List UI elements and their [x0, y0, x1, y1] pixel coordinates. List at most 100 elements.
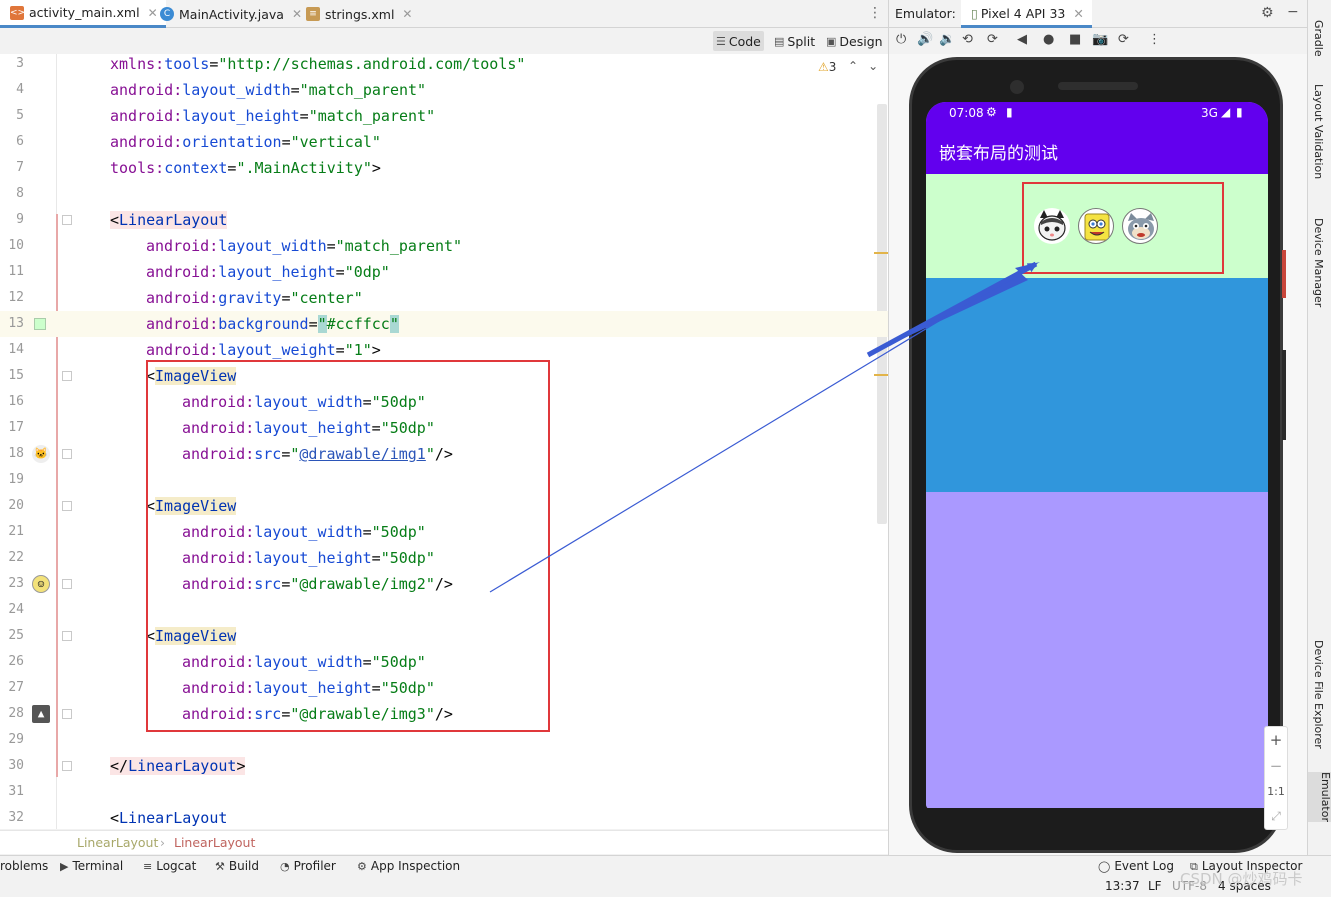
layout-validation-tool-button[interactable]: Layout Validation: [1312, 84, 1325, 179]
phone-screen[interactable]: 07:08 ⚙ ▮ 3G ◢ ▮ 嵌套布局的测试: [926, 102, 1268, 810]
gradle-tool-button[interactable]: Gradle: [1312, 20, 1325, 57]
code-mode-label: Code: [728, 33, 761, 49]
volume-down-icon[interactable]: 🔉: [939, 32, 955, 47]
breadcrumb-item[interactable]: LinearLayout: [77, 835, 158, 850]
close-icon[interactable]: ✕: [402, 7, 412, 21]
gear-icon[interactable]: ⚙: [1261, 5, 1274, 21]
code-line[interactable]: 30 </LinearLayout>: [0, 753, 889, 779]
code-line[interactable]: 5 android:layout_height="match_parent": [0, 103, 889, 129]
tool-label: roblems: [0, 859, 49, 873]
tool-window-bar: roblems ▶ Terminal ≡ Logcat ⚒ Build ◔ Profil…: [0, 855, 1331, 877]
tool-label: Event Log: [1114, 859, 1174, 873]
speaker-grille: [1058, 82, 1138, 90]
more-icon[interactable]: ⋮: [1148, 32, 1161, 47]
fold-icon[interactable]: [62, 761, 72, 771]
code-text: android:layout_height="match_parent": [110, 107, 436, 125]
view-mode-bar: ☰ Code ▤ Split ▣ Design: [0, 29, 889, 53]
java-class-icon: C: [160, 7, 174, 21]
code-line[interactable]: 11 android:layout_height="0dp": [0, 259, 889, 285]
code-line-current[interactable]: 13 android:background="#ccffcc": [0, 311, 889, 337]
code-text: <LinearLayout: [110, 809, 228, 827]
terminal-tool-button[interactable]: ▶ Terminal: [60, 859, 123, 873]
code-line[interactable]: 12 android:gravity="center": [0, 285, 889, 311]
app-title: 嵌套布局的测试: [939, 144, 1058, 164]
code-line[interactable]: 6 android:orientation="vertical": [0, 129, 889, 155]
zoom-in-button[interactable]: +: [1265, 731, 1287, 749]
cat-image-icon[interactable]: 🐱: [32, 445, 50, 463]
line-separator[interactable]: LF: [1148, 879, 1162, 893]
line-number: 11: [8, 264, 24, 279]
event-log-tool-button[interactable]: ◯ Event Log: [1098, 859, 1174, 873]
fold-icon[interactable]: [62, 709, 72, 719]
rotate-left-icon[interactable]: ⟲: [962, 32, 973, 47]
code-line[interactable]: 4 android:layout_width="match_parent": [0, 77, 889, 103]
line-number: 31: [8, 784, 24, 799]
close-icon[interactable]: ✕: [1073, 6, 1083, 21]
line-number: 16: [8, 394, 24, 409]
fold-icon[interactable]: [62, 371, 72, 381]
camera-icon[interactable]: 📷: [1092, 32, 1108, 47]
power-button[interactable]: [1282, 250, 1286, 298]
volume-up-icon[interactable]: 🔊: [917, 32, 933, 47]
emulator-tool-button[interactable]: Emulator: [1308, 772, 1331, 822]
device-manager-tool-button[interactable]: Device Manager: [1312, 218, 1325, 307]
code-line[interactable]: 10 android:layout_width="match_parent": [0, 233, 889, 259]
line-number: 17: [8, 420, 24, 435]
caret-position[interactable]: 13:37: [1105, 879, 1140, 893]
code-line[interactable]: 9 <LinearLayout: [0, 207, 889, 233]
color-swatch-icon[interactable]: [34, 318, 46, 330]
device-file-explorer-tool-button[interactable]: Device File Explorer: [1312, 640, 1325, 749]
code-line[interactable]: 32 <LinearLayout: [0, 805, 889, 829]
code-editor[interactable]: ⚠3 ⌃⌄ 3 xmlns:tools="http://schemas.andro…: [0, 54, 889, 829]
snapshot-icon[interactable]: ⟳: [1118, 32, 1129, 47]
fit-screen-icon[interactable]: ⤢: [1265, 809, 1287, 824]
power-icon[interactable]: ⏻: [896, 32, 906, 47]
problems-tool-button[interactable]: roblems: [0, 859, 48, 873]
split-mode-button[interactable]: ▤ Split: [771, 31, 818, 51]
line-number: 7: [16, 160, 24, 175]
fold-icon[interactable]: [62, 501, 72, 511]
phone-chin: [926, 808, 1268, 830]
more-tabs-icon[interactable]: ⋮: [868, 5, 882, 21]
profiler-tool-button[interactable]: ◔ Profiler: [280, 859, 336, 873]
split-mode-label: Split: [787, 33, 816, 49]
minimize-icon[interactable]: −: [1287, 4, 1299, 20]
line-number: 4: [16, 82, 24, 97]
code-text: </LinearLayout>: [110, 757, 246, 775]
tab-strings[interactable]: ≡ strings.xml ✕: [296, 0, 420, 28]
rotate-right-icon[interactable]: ⟳: [987, 32, 998, 47]
tool-label: Terminal: [72, 859, 124, 873]
tab-main-activity[interactable]: C MainActivity.java ✕: [150, 0, 310, 28]
home-icon[interactable]: ●: [1043, 32, 1054, 47]
fold-icon[interactable]: [62, 579, 72, 589]
code-line[interactable]: 7 tools:context=".MainActivity">: [0, 155, 889, 181]
design-mode-button[interactable]: ▣ Design: [823, 31, 886, 51]
sponge-image-icon[interactable]: ☺: [32, 575, 50, 593]
app-inspection-tool-button[interactable]: ⚙ App Inspection: [357, 859, 460, 873]
fold-icon[interactable]: [62, 631, 72, 641]
tab-activity-main[interactable]: <> activity_main.xml ✕: [0, 0, 166, 28]
code-line[interactable]: 8: [0, 181, 889, 207]
tab-emulator-device[interactable]: ▯ Pixel 4 API 33 ✕: [961, 0, 1092, 28]
zoom-out-button[interactable]: −: [1265, 757, 1287, 775]
code-text: xmlns:tools="http://schemas.android.com/…: [110, 55, 526, 73]
code-line[interactable]: 31: [0, 779, 889, 805]
overview-icon[interactable]: ■: [1069, 32, 1081, 47]
editor-tab-bar: <> activity_main.xml ✕ C MainActivity.ja…: [0, 0, 889, 28]
code-mode-button[interactable]: ☰ Code: [713, 31, 764, 51]
app-inspection-icon: ⚙: [357, 860, 367, 873]
code-line[interactable]: 3 xmlns:tools="http://schemas.android.com…: [0, 54, 889, 77]
line-number: 3: [16, 56, 24, 71]
breadcrumb-item[interactable]: LinearLayout: [174, 835, 255, 850]
image-icon[interactable]: ▲: [32, 705, 50, 723]
logcat-tool-button[interactable]: ≡ Logcat: [143, 859, 196, 873]
actual-size-button[interactable]: 1:1: [1265, 785, 1287, 798]
watermark: CSDN @炒鸡码卡: [1180, 870, 1303, 888]
volume-button[interactable]: [1282, 350, 1286, 440]
back-icon[interactable]: ◀: [1017, 32, 1027, 47]
fold-icon[interactable]: [62, 215, 72, 225]
line-number: 12: [8, 290, 24, 305]
build-tool-button[interactable]: ⚒ Build: [215, 859, 259, 873]
fold-icon[interactable]: [62, 449, 72, 459]
line-number: 18: [8, 446, 24, 461]
